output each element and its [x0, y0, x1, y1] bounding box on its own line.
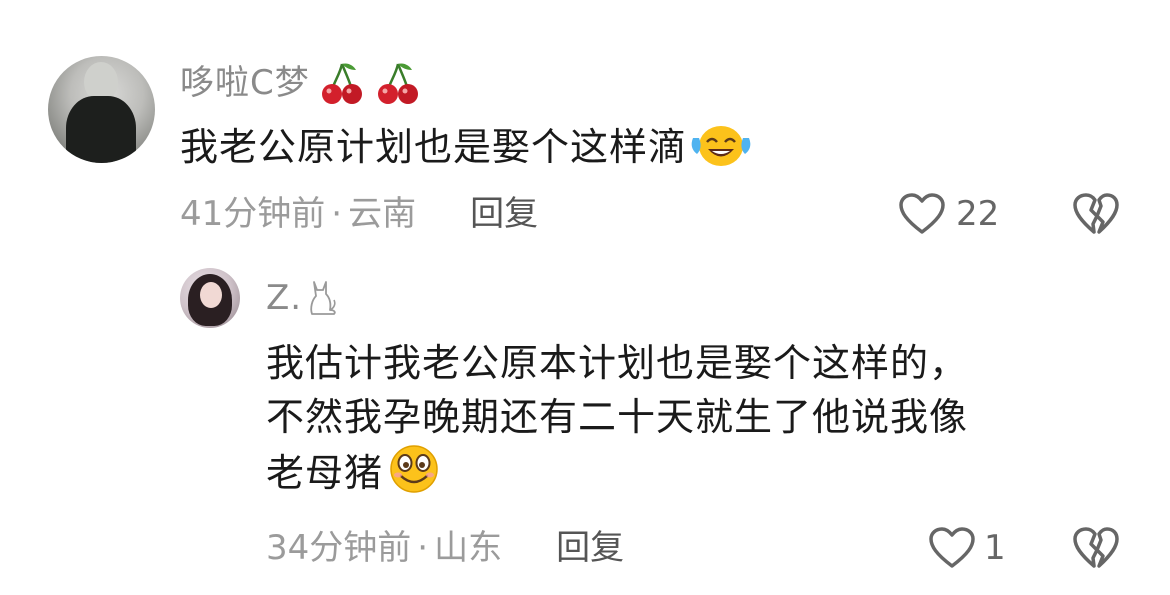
- dislike-button[interactable]: [1072, 192, 1120, 236]
- comment-text-line: 老母猪: [266, 451, 384, 495]
- broken-heart-icon: [1072, 526, 1120, 570]
- location: 云南: [348, 194, 417, 234]
- username-row: Z.: [266, 278, 338, 318]
- cherry-icon: [320, 60, 366, 106]
- timestamp: 34分钟前: [266, 528, 412, 568]
- cherry-icon: [376, 60, 422, 106]
- like-button[interactable]: 1: [928, 526, 1006, 570]
- comment-text: 我老公原计划也是娶个这样滴: [180, 120, 755, 182]
- avatar[interactable]: [180, 268, 240, 328]
- cat-icon: [304, 278, 338, 318]
- timestamp: 41分钟前: [180, 194, 326, 234]
- smiley-emoji: [385, 444, 443, 508]
- comment-text-line: 我估计我老公原本计划也是娶个这样的，: [266, 341, 969, 385]
- dislike-button[interactable]: [1072, 526, 1120, 570]
- username[interactable]: Z.: [266, 278, 302, 318]
- comment-text: 我估计我老公原本计划也是娶个这样的， 不然我孕晚期还有二十天就生了他说我像 老母…: [266, 336, 1106, 508]
- like-count: 22: [956, 194, 1000, 234]
- comment-text-line: 不然我孕晚期还有二十天就生了他说我像: [266, 395, 969, 439]
- reply-button[interactable]: 回复: [470, 194, 538, 234]
- comment-meta: 34分钟前 · 山东 回复: [266, 528, 624, 568]
- avatar[interactable]: [48, 56, 155, 163]
- meta-separator: ·: [417, 528, 429, 568]
- broken-heart-icon: [1072, 192, 1120, 236]
- heart-outline-icon: [928, 526, 976, 570]
- like-count: 1: [984, 528, 1006, 568]
- like-button[interactable]: 22: [898, 192, 999, 236]
- reply-button[interactable]: 回复: [556, 528, 624, 568]
- laughing-crying-emoji: [687, 124, 755, 182]
- comment-text-content: 我老公原计划也是娶个这样滴: [180, 125, 688, 169]
- comment-text-line-last: 老母猪: [266, 444, 1106, 508]
- heart-outline-icon: [898, 192, 946, 236]
- username[interactable]: 哆啦C梦: [180, 63, 310, 103]
- location: 山东: [434, 528, 503, 568]
- meta-separator: ·: [331, 194, 343, 234]
- username-row: 哆啦C梦: [180, 60, 422, 106]
- comment-meta: 41分钟前 · 云南 回复: [180, 194, 538, 234]
